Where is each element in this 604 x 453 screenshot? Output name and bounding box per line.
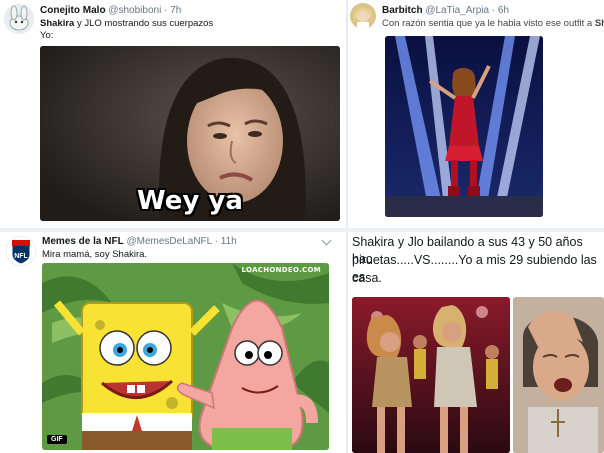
svg-text:NFL: NFL [14, 253, 28, 260]
chevron-down-icon[interactable] [321, 235, 332, 246]
display-name[interactable]: Barbitch [382, 5, 423, 16]
tweet-media-image[interactable]: Wey ya [40, 46, 340, 221]
tweet-media-gif[interactable]: LOACHONDEO.COM GIF [42, 263, 329, 450]
avatar-image [4, 4, 34, 34]
avatar[interactable] [4, 4, 34, 34]
avatar[interactable]: NFL [6, 236, 36, 266]
tweet-text-bold: Shakira [40, 18, 75, 29]
tweet-text-rest: Con razón sentia que ya le habia visto e… [382, 18, 595, 29]
tweet-text: Shakira y JLO mostrando sus cuerpazos [40, 18, 213, 30]
avatar-image [350, 3, 376, 29]
nfl-logo-icon: NFL [6, 236, 36, 266]
watermark: LOACHONDEO.COM [241, 266, 321, 274]
tweet-card-4[interactable]: Shakira y Jlo bailando a sus 43 y 50 año… [348, 232, 604, 453]
tweet-media-image[interactable] [385, 36, 543, 217]
handle[interactable]: @shobiboni [108, 5, 161, 16]
tweet-card-3[interactable]: NFL Memes de la NFL @MemesDeLaNFL · 11h … [0, 232, 346, 453]
tweet-card-1[interactable]: Conejito Malo @shobiboni · 7h Shakira y … [0, 0, 346, 228]
tweet-media-image-right[interactable] [513, 297, 604, 453]
timestamp[interactable]: · 6h [492, 5, 509, 16]
stage-performer-image [385, 36, 543, 217]
handle[interactable]: @LaTia_Arpia [425, 5, 489, 16]
tweet-text-line2: piruetas.....VS........Yo a mis 29 subie… [352, 253, 597, 284]
display-name[interactable]: Conejito Malo [40, 5, 106, 16]
tweet-media-image-left[interactable] [352, 297, 510, 453]
spongebob-patrick-image [42, 263, 329, 450]
tweet-text-line3: casa. [352, 271, 382, 285]
timestamp[interactable]: · 11h [215, 236, 237, 247]
tweet-card-2[interactable]: Barbitch @LaTia_Arpia · 6h Con razón sen… [348, 0, 604, 228]
avatar[interactable] [350, 3, 376, 29]
old-woman-image [513, 297, 604, 453]
image-caption: Wey ya [137, 186, 243, 216]
tweet-text-bold: Sh [594, 18, 604, 29]
dancers-image [352, 297, 510, 453]
tweet-text: Mira mamá, soy Shakira. [42, 249, 148, 260]
gif-badge: GIF [47, 435, 67, 444]
tweet-text-rest: y JLO mostrando sus cuerpazos [74, 18, 214, 29]
tweet-text-line2: Yo: [40, 30, 54, 41]
timestamp[interactable]: · 7h [164, 5, 181, 16]
display-name[interactable]: Memes de la NFL [42, 236, 124, 247]
tweet-text: Con razón sentia que ya le habia visto e… [382, 18, 604, 30]
handle[interactable]: @MemesDeLaNFL [126, 236, 211, 247]
